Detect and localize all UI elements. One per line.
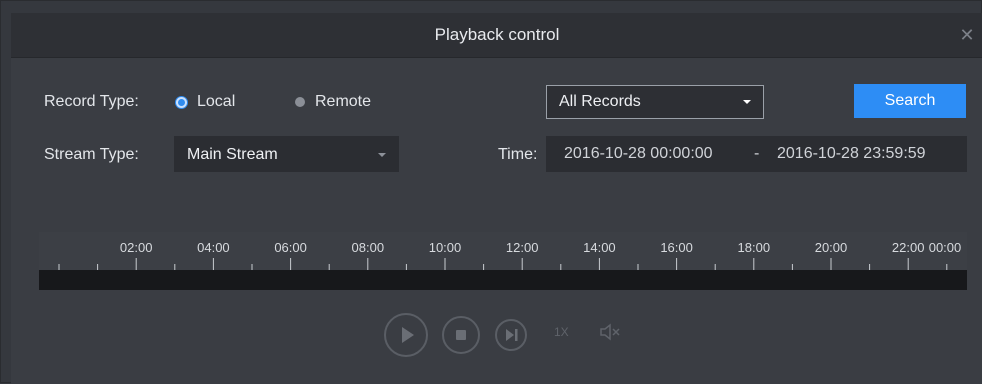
- playback-control-dialog: Playback control ✕ Record Type: Local Re…: [0, 0, 982, 384]
- radio-checked-icon: [176, 96, 187, 108]
- time-start-value: 2016-10-28 00:00:00: [564, 145, 713, 162]
- time-end-value: 2016-10-28 23:59:59: [777, 145, 926, 162]
- stop-button[interactable]: [442, 316, 480, 354]
- record-type-local-label: Local: [197, 93, 236, 110]
- chevron-down-icon: [378, 153, 386, 157]
- timeline-ruler: 02:00 04:00 06:00 08:00 10:00 12:00 14:00 16:00…: [58, 240, 962, 270]
- timeline-hour-label: 02:00: [120, 240, 153, 255]
- close-icon[interactable]: ✕: [957, 25, 977, 45]
- time-separator: -: [754, 145, 760, 162]
- timeline-hour-label: 10:00: [429, 240, 462, 255]
- timeline-hour-label: 22:00: [892, 240, 925, 255]
- stream-type-label: Stream Type:: [44, 146, 139, 163]
- title-bar: Playback control ✕: [11, 13, 982, 58]
- stream-type-dropdown[interactable]: Main Stream: [174, 136, 399, 172]
- record-type-local-radio[interactable]: Local: [176, 93, 235, 111]
- timeline-hour-label: 12:00: [506, 240, 539, 255]
- chevron-down-icon: [743, 100, 751, 104]
- next-frame-icon: [506, 329, 518, 341]
- record-type-label: Record Type:: [44, 93, 139, 110]
- radio-unchecked-icon: [295, 97, 305, 107]
- timeline-hour-label: 16:00: [660, 240, 693, 255]
- timeline-hour-label: 06:00: [274, 240, 307, 255]
- play-button[interactable]: [384, 313, 428, 357]
- time-range-field[interactable]: 2016-10-28 00:00:00 - 2016-10-28 23:59:5…: [546, 136, 967, 172]
- timeline-hour-label: 14:00: [583, 240, 616, 255]
- stream-type-value: Main Stream: [187, 146, 278, 163]
- playback-timeline[interactable]: 02:00 04:00 06:00 08:00 10:00 12:00 14:00 16:00…: [39, 232, 967, 290]
- playback-speed[interactable]: 1X: [554, 325, 569, 339]
- timeline-hour-label: 08:00: [352, 240, 385, 255]
- stop-icon: [456, 330, 466, 340]
- timeline-hour-label: 18:00: [738, 240, 771, 255]
- timeline-hour-label: 20:00: [815, 240, 848, 255]
- search-button[interactable]: Search: [854, 84, 966, 118]
- mute-button[interactable]: [598, 321, 622, 343]
- time-label: Time:: [498, 146, 538, 163]
- record-type-remote-label: Remote: [315, 93, 372, 110]
- next-frame-button[interactable]: [495, 319, 527, 351]
- dialog-title: Playback control: [434, 25, 560, 44]
- record-type-remote-radio[interactable]: Remote: [295, 93, 371, 111]
- timeline-track[interactable]: [39, 270, 967, 290]
- speaker-muted-icon: [600, 323, 620, 341]
- timeline-hour-label: 00:00: [929, 240, 962, 255]
- records-filter-value: All Records: [559, 93, 641, 110]
- records-filter-dropdown[interactable]: All Records: [546, 85, 764, 119]
- timeline-hour-label: 04:00: [197, 240, 230, 255]
- play-icon: [402, 327, 414, 343]
